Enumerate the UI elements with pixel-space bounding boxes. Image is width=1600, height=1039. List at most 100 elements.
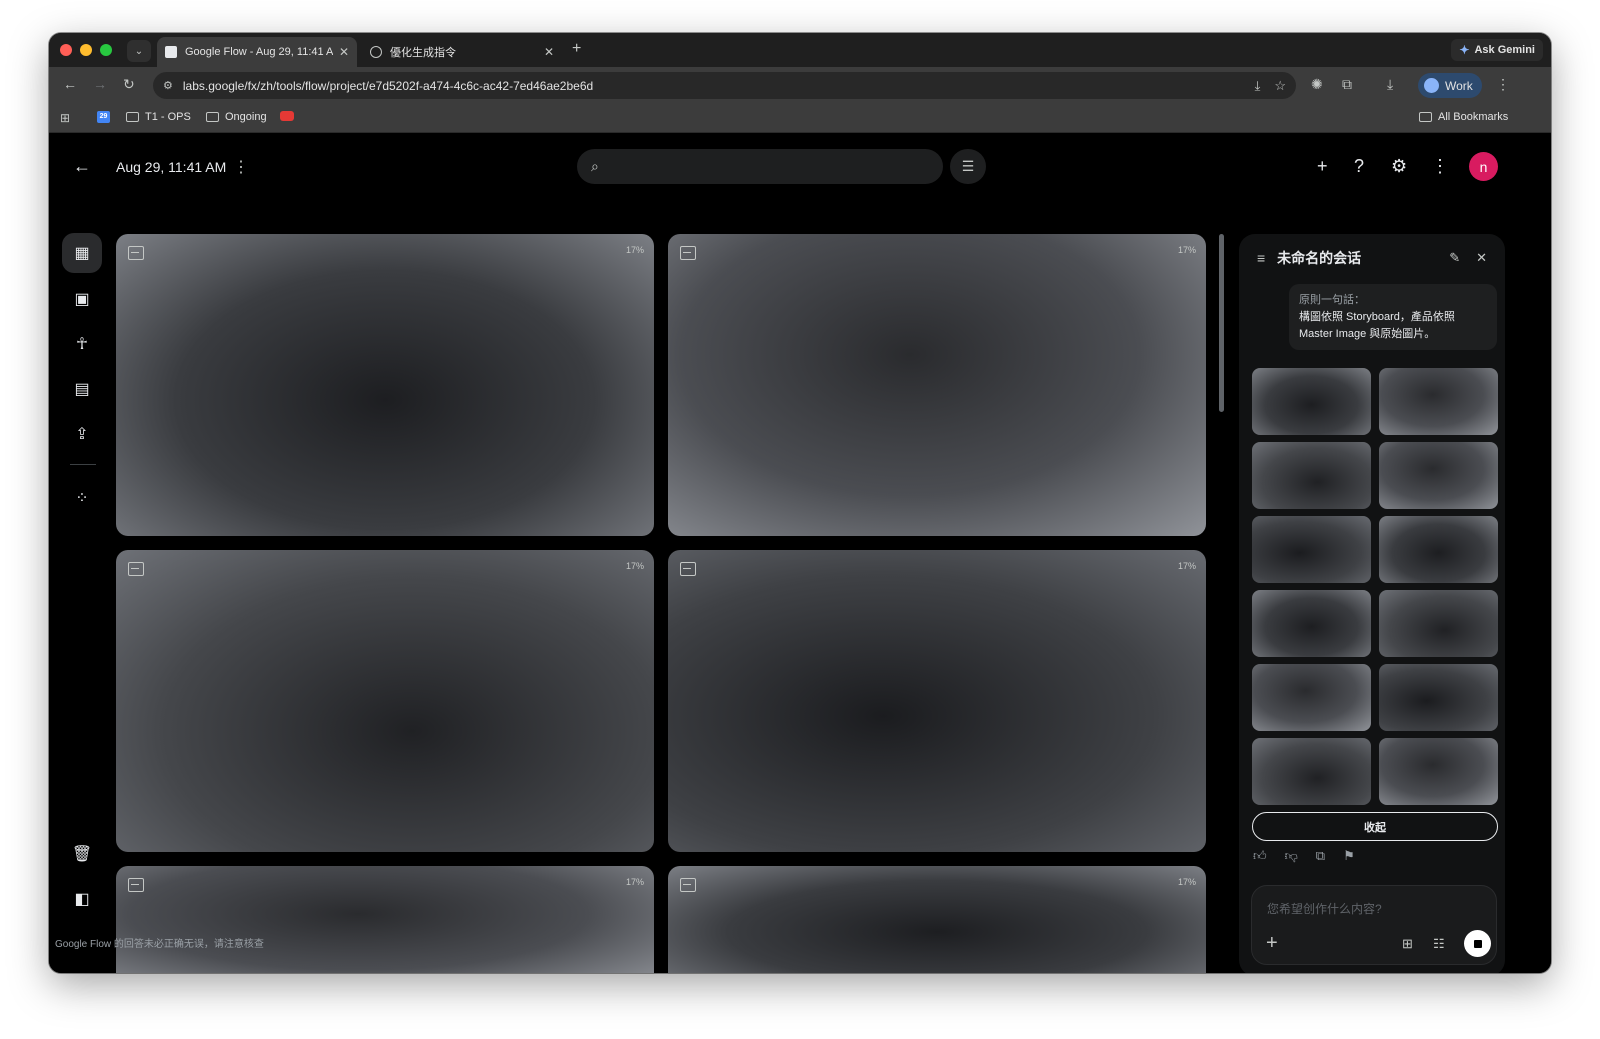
thumbs-down-icon[interactable]: 👎︎ xyxy=(1285,848,1298,864)
tab-google-flow[interactable]: Google Flow - Aug 29, 11:41 A ✕ xyxy=(157,37,357,67)
message-line: 原則一句話： xyxy=(1299,294,1365,306)
copy-icon[interactable]: ⧉ xyxy=(1316,848,1325,864)
image-icon xyxy=(680,878,696,892)
thumbnail[interactable] xyxy=(1379,738,1498,805)
document-icon xyxy=(165,46,177,58)
thumbnail[interactable] xyxy=(1252,738,1371,805)
new-tab-button[interactable]: + xyxy=(572,40,581,58)
search-input[interactable]: ⌕ xyxy=(577,149,943,184)
extensions-icon[interactable]: ⧉ xyxy=(1342,76,1352,93)
folder-icon xyxy=(1419,112,1432,122)
image-icon xyxy=(128,246,144,260)
bookmark-label: Ongoing xyxy=(225,111,267,123)
image-icon xyxy=(128,562,144,576)
thumbs-up-icon[interactable]: 👍︎ xyxy=(1253,848,1267,864)
gemini-sparkle-icon: ✦ xyxy=(1459,43,1470,57)
bookmark-label: T1 - OPS xyxy=(145,111,191,123)
forward-arrow-icon[interactable]: → xyxy=(93,76,107,92)
close-icon[interactable]: ✕ xyxy=(1476,250,1487,266)
generation-card[interactable]: 17% xyxy=(116,866,654,973)
filter-icon: ☰ xyxy=(961,158,975,174)
generation-card[interactable]: 17% xyxy=(116,550,654,852)
all-bookmarks-button[interactable]: All Bookmarks xyxy=(1419,111,1508,123)
character-icon[interactable]: ☥ xyxy=(62,324,102,364)
image-icon xyxy=(680,562,696,576)
progress-label: 17% xyxy=(625,245,644,255)
more-vert-icon[interactable]: ⋮ xyxy=(1431,156,1449,177)
image-icon[interactable]: ▣ xyxy=(62,279,102,319)
upload-folder-icon[interactable]: ⇪ xyxy=(62,414,102,454)
arrow-left-icon[interactable]: ← xyxy=(73,156,91,177)
bookmark-youtube[interactable] xyxy=(280,111,294,121)
address-bar[interactable]: ⚙ labs.google/fx/zh/tools/flow/project/e… xyxy=(153,72,1296,99)
browser-menu-icon[interactable]: ⋮ xyxy=(1496,76,1510,93)
progress-label: 17% xyxy=(1177,245,1196,255)
close-icon[interactable]: ✕ xyxy=(544,45,554,59)
apps-grid-icon[interactable]: ⊞ xyxy=(60,111,70,125)
url-text: labs.google/fx/zh/tools/flow/project/e7d… xyxy=(182,78,594,93)
flag-icon[interactable]: ⚑ xyxy=(1343,848,1355,864)
avatar[interactable]: n xyxy=(1469,152,1498,181)
bookmark-folder-t1-ops[interactable]: T1 - OPS xyxy=(126,111,191,123)
sidebar-toggle-icon[interactable]: ◧ xyxy=(62,879,102,919)
grid-scrollbar[interactable] xyxy=(1219,234,1224,412)
menu-icon[interactable]: ≡ xyxy=(1257,250,1265,266)
ask-gemini-button[interactable]: ✦ Ask Gemini xyxy=(1451,39,1543,61)
close-icon[interactable]: ✕ xyxy=(339,45,349,59)
add-icon[interactable]: + xyxy=(1266,932,1278,955)
collapse-button[interactable]: 收起 xyxy=(1252,812,1498,841)
new-chat-icon[interactable]: ✎ xyxy=(1449,250,1460,266)
thumbnail[interactable] xyxy=(1252,368,1371,435)
settings-sliders-icon[interactable]: ☷ xyxy=(1433,936,1445,952)
more-vert-icon[interactable]: ⋮ xyxy=(233,157,249,177)
scenebuilder-icon[interactable]: ▤ xyxy=(62,369,102,409)
tab-title: Google Flow - Aug 29, 11:41 A xyxy=(185,46,333,58)
add-image-icon[interactable]: ⊞ xyxy=(1402,936,1413,952)
thumbnail[interactable] xyxy=(1252,590,1371,657)
bookmark-calendar[interactable]: 29 xyxy=(97,111,110,123)
project-title: Aug 29, 11:41 AM xyxy=(116,159,227,175)
back-arrow-icon[interactable]: ← xyxy=(63,76,77,92)
minimize-window-button[interactable] xyxy=(80,44,92,56)
thumbnail[interactable] xyxy=(1252,664,1371,731)
sparkle-grid-icon[interactable]: ⁘ xyxy=(62,478,102,518)
stop-button[interactable] xyxy=(1464,930,1491,957)
prompt-composer[interactable]: 您希望创作什么内容? + ⊞ ☷ xyxy=(1251,885,1497,965)
generation-card[interactable]: 17% xyxy=(116,234,654,536)
thumbnail[interactable] xyxy=(1252,442,1371,509)
generation-card[interactable]: 17% xyxy=(668,866,1206,973)
message-line: 構圖依照 Storyboard，產品依照 Master Image 與原始圖片。 xyxy=(1299,311,1455,340)
generation-card[interactable]: 17% xyxy=(668,550,1206,852)
thumbnail[interactable] xyxy=(1379,590,1498,657)
tab-search-button[interactable]: ⌄ xyxy=(127,40,151,62)
generation-card[interactable]: 17% xyxy=(668,234,1206,536)
image-icon xyxy=(128,878,144,892)
trash-icon[interactable]: 🗑 xyxy=(62,834,102,874)
help-icon[interactable]: ? xyxy=(1354,156,1364,177)
maximize-window-button[interactable] xyxy=(100,44,112,56)
progress-label: 17% xyxy=(625,561,644,571)
prompt-input[interactable]: 您希望创作什么内容? xyxy=(1267,900,1382,917)
install-app-icon[interactable]: ⤓ xyxy=(1255,78,1261,94)
tab-chatgpt[interactable]: 優化生成指令 ✕ xyxy=(362,37,562,67)
bookmark-star-icon[interactable]: ☆ xyxy=(1274,78,1286,94)
thumbnail[interactable] xyxy=(1379,664,1498,731)
close-window-button[interactable] xyxy=(60,44,72,56)
chatgpt-extension-icon[interactable]: ✺ xyxy=(1311,76,1323,93)
thumbnail[interactable] xyxy=(1252,516,1371,583)
browser-window: ⌄ Google Flow - Aug 29, 11:41 A ✕ 優化生成指令… xyxy=(49,33,1551,973)
plus-icon[interactable]: + xyxy=(1317,156,1328,177)
gear-icon[interactable]: ⚙ xyxy=(1391,156,1407,177)
downloads-icon[interactable]: ⤓ xyxy=(1387,76,1393,93)
grid-view-icon[interactable]: ▦ xyxy=(62,233,102,273)
reload-icon[interactable]: ↻ xyxy=(123,76,135,93)
thumbnail[interactable] xyxy=(1379,368,1498,435)
thumbnail[interactable] xyxy=(1379,516,1498,583)
site-settings-icon[interactable]: ⚙ xyxy=(163,79,173,92)
filter-button[interactable]: ☰ xyxy=(950,149,986,184)
folder-icon xyxy=(206,112,219,122)
bookmark-folder-ongoing[interactable]: Ongoing xyxy=(206,111,267,123)
ask-gemini-label: Ask Gemini xyxy=(1474,44,1535,56)
thumbnail[interactable] xyxy=(1379,442,1498,509)
profile-button[interactable]: Work xyxy=(1418,73,1482,98)
